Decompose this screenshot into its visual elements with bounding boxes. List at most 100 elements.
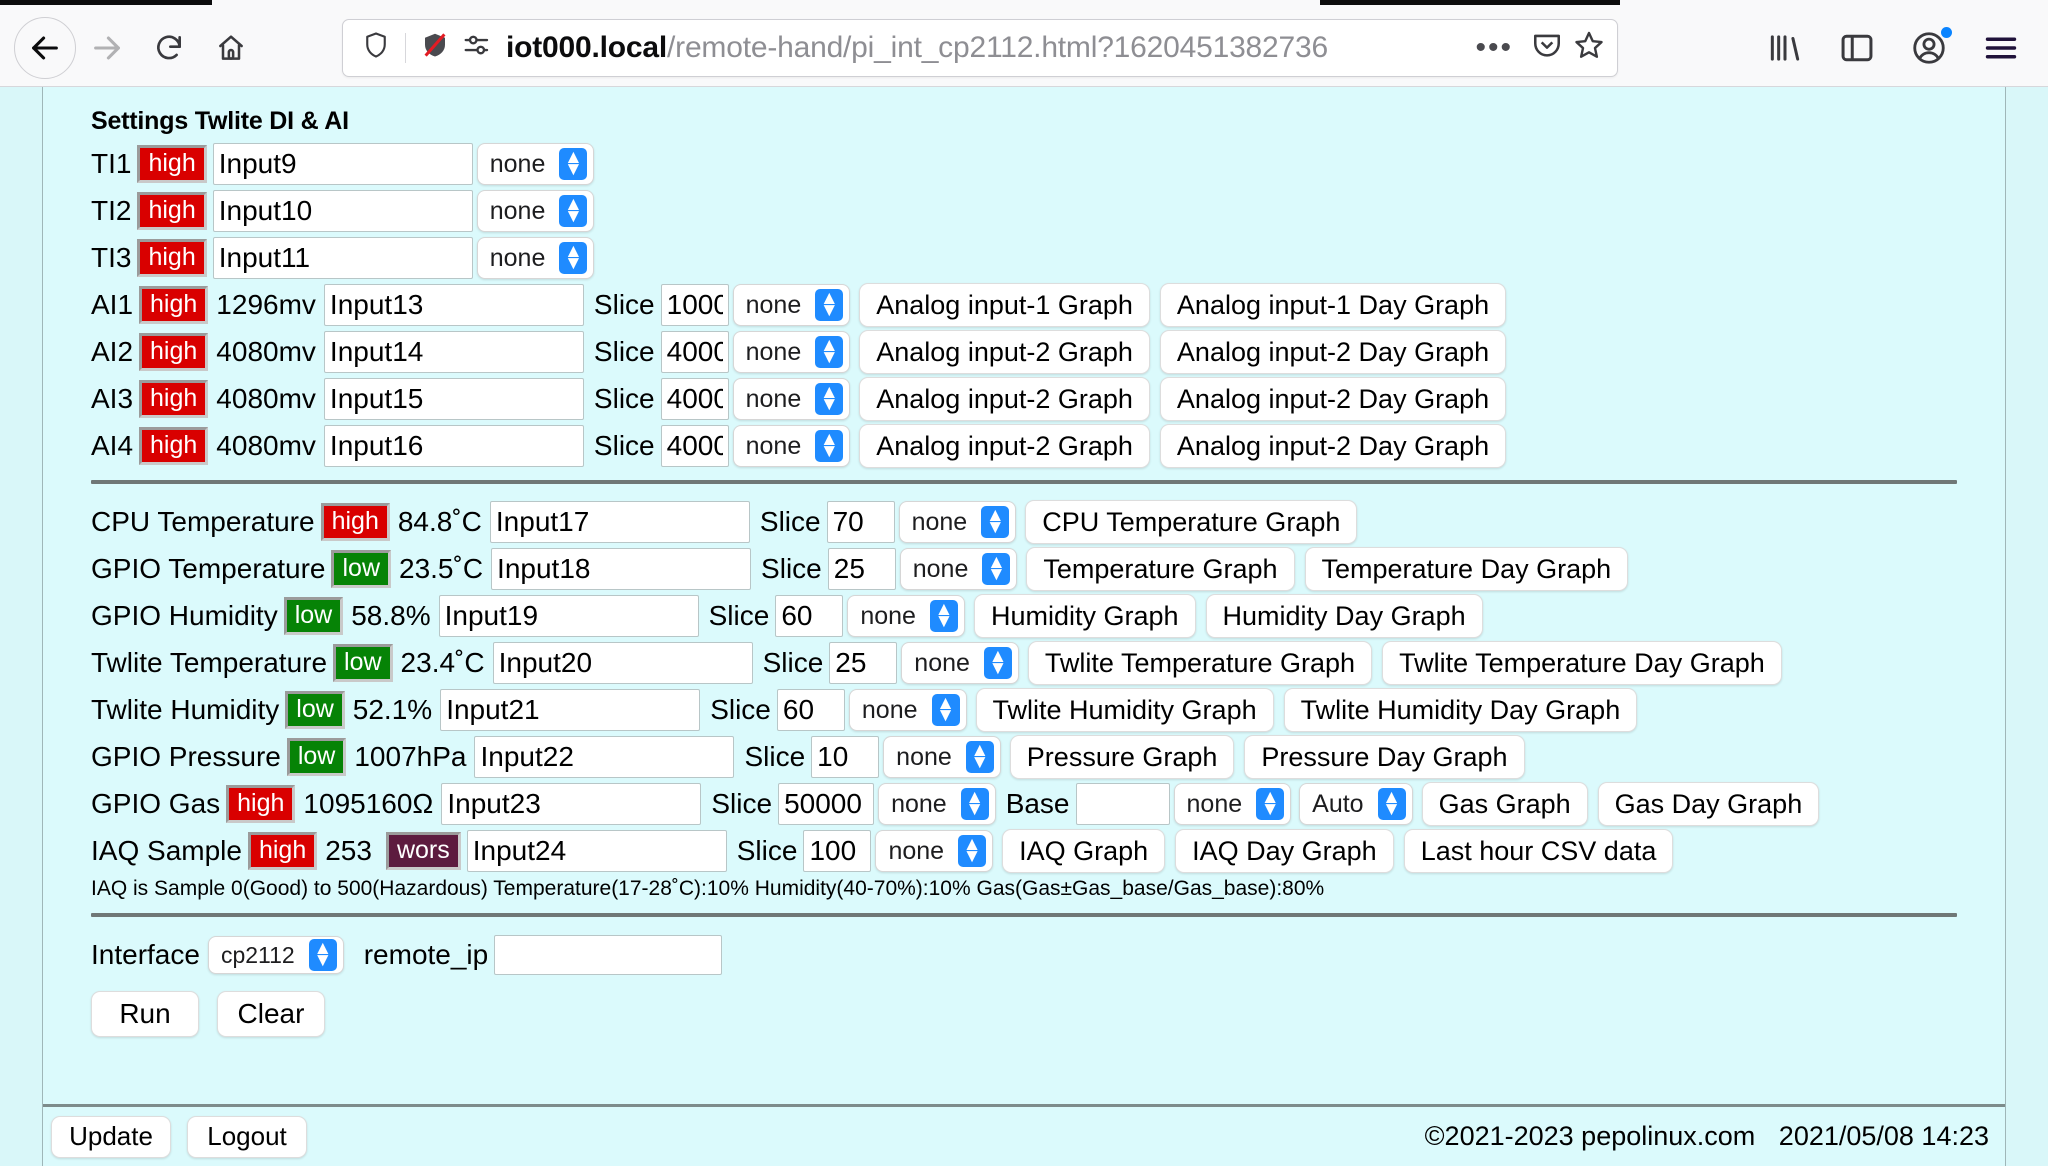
row-name-input[interactable] [440,689,701,731]
graph-button[interactable]: Pressure Graph [1009,735,1235,779]
day-graph-button[interactable]: Temperature Day Graph [1304,547,1629,591]
gas-day-graph-button[interactable]: Gas Day Graph [1597,782,1820,826]
row-name-input[interactable] [212,190,473,232]
day-graph-button[interactable]: Humidity Day Graph [1205,594,1483,638]
row-select[interactable]: none ▲ ▼ [732,378,851,420]
update-button[interactable]: Update [51,1115,171,1158]
base-input[interactable] [1075,783,1170,825]
row-name-input[interactable] [212,143,473,185]
day-graph-button[interactable]: Twlite Temperature Day Graph [1382,641,1782,685]
run-button[interactable]: Run [91,991,199,1037]
slice-input[interactable] [660,425,729,467]
quality-badge: wors [385,832,461,870]
row-select[interactable]: none ▲ ▼ [732,331,851,373]
graph-button[interactable]: CPU Temperature Graph [1025,500,1358,544]
row-select[interactable]: none ▲ ▼ [875,830,994,872]
library-icon[interactable] [1762,25,1808,71]
row-name-input[interactable] [323,425,584,467]
graph-button[interactable]: Twlite Humidity Graph [975,688,1274,732]
graph-button[interactable]: Analog input-2 Graph [859,377,1150,421]
footer-datetime: 2021/05/08 14:23 [1778,1121,1989,1151]
row-name-input[interactable] [323,284,584,326]
base-select[interactable]: none ▲ ▼ [1173,783,1292,825]
row-select[interactable]: none ▲ ▼ [878,783,996,825]
row-select[interactable]: none ▲ ▼ [732,425,851,467]
row-select[interactable]: none ▲ ▼ [899,548,1018,590]
slice-input[interactable] [811,736,880,778]
page-actions-button[interactable]: ••• [1467,31,1521,65]
day-graph-button[interactable]: Analog input-1 Day Graph [1159,283,1507,327]
row-select[interactable]: none ▲ ▼ [848,689,967,731]
slice-input[interactable] [827,548,896,590]
slice-input[interactable] [660,378,729,420]
graph-button[interactable]: Twlite Temperature Graph [1027,641,1373,685]
row-name-input[interactable] [491,548,752,590]
row-name-input[interactable] [492,642,753,684]
graph-button[interactable]: Humidity Graph [973,594,1196,638]
row-select[interactable]: none ▲ ▼ [732,284,851,326]
remote-ip-input[interactable] [494,935,723,975]
row-name-input[interactable] [438,595,699,637]
row-name-input[interactable] [441,783,702,825]
back-button[interactable] [14,16,76,79]
iaq-day-graph-button[interactable]: IAQ Day Graph [1175,829,1394,873]
shield-icon[interactable] [361,30,391,65]
row-select[interactable]: none ▲ ▼ [898,501,1017,543]
graph-button[interactable]: Analog input-1 Graph [859,283,1150,327]
reload-button[interactable] [138,17,200,79]
row-select[interactable]: none ▲ ▼ [476,237,595,279]
auto-select[interactable]: Auto ▲ ▼ [1299,783,1413,825]
row-name-input[interactable] [323,331,584,373]
row-label: Twlite Humidity [91,694,280,725]
tracking-protection-off-icon[interactable] [420,30,450,65]
row-name-input[interactable] [489,501,750,543]
slice-input[interactable] [829,642,898,684]
status-badge: high [137,239,207,277]
slice-input[interactable] [778,783,875,825]
day-graph-button[interactable]: Analog input-2 Day Graph [1159,377,1507,421]
pocket-icon[interactable] [1531,29,1563,66]
address-bar[interactable]: iot000.local/remote-hand/pi_int_cp2112.h… [342,18,1618,77]
row-select[interactable]: none ▲ ▼ [847,595,965,637]
gas-graph-button[interactable]: Gas Graph [1421,782,1588,826]
hamburger-menu-icon[interactable] [1978,25,2024,71]
slice-input[interactable] [660,331,729,373]
url-divider [405,32,406,63]
row-select[interactable]: none ▲ ▼ [476,143,595,185]
interface-select[interactable]: cp2112 ▲ ▼ [207,936,344,974]
graph-button[interactable]: Analog input-2 Graph [859,330,1150,374]
tab-accent-left [0,0,212,5]
row-select[interactable]: none ▲ ▼ [901,642,1019,684]
row-name-input[interactable] [466,830,727,872]
row-name-input[interactable] [212,237,473,279]
url-text[interactable]: iot000.local/remote-hand/pi_int_cp2112.h… [492,31,1467,65]
graph-button[interactable]: Temperature Graph [1026,547,1295,591]
slice-input[interactable] [826,501,895,543]
account-icon[interactable] [1906,25,1952,71]
logout-button[interactable]: Logout [187,1115,307,1158]
navigation-toolbar: iot000.local/remote-hand/pi_int_cp2112.h… [0,9,2048,87]
sidebar-icon[interactable] [1834,25,1880,71]
star-icon[interactable] [1573,29,1605,66]
slice-input[interactable] [776,689,845,731]
row-select[interactable]: none ▲ ▼ [476,190,595,232]
row-name-input[interactable] [323,378,584,420]
day-graph-button[interactable]: Pressure Day Graph [1244,735,1525,779]
slice-input[interactable] [803,830,872,872]
home-button[interactable] [200,17,262,79]
table-row-sensor: Twlite Humiditylow52.1% Slice none ▲▼ Twlite… [91,688,2005,732]
slice-input[interactable] [775,595,844,637]
forward-button[interactable] [76,17,138,79]
csv-data-button[interactable]: Last hour CSV data [1403,829,1674,873]
day-graph-button[interactable]: Analog input-2 Day Graph [1159,424,1507,468]
clear-button[interactable]: Clear [217,991,325,1037]
row-name-input[interactable] [474,736,735,778]
iaq-graph-button[interactable]: IAQ Graph [1002,829,1166,873]
slice-input[interactable] [660,284,729,326]
graph-button[interactable]: Analog input-2 Graph [859,424,1150,468]
row-select[interactable]: none ▲ ▼ [883,736,1001,778]
day-graph-button[interactable]: Twlite Humidity Day Graph [1283,688,1638,732]
home-icon [215,32,247,64]
site-permissions-icon[interactable] [462,30,492,65]
day-graph-button[interactable]: Analog input-2 Day Graph [1159,330,1507,374]
